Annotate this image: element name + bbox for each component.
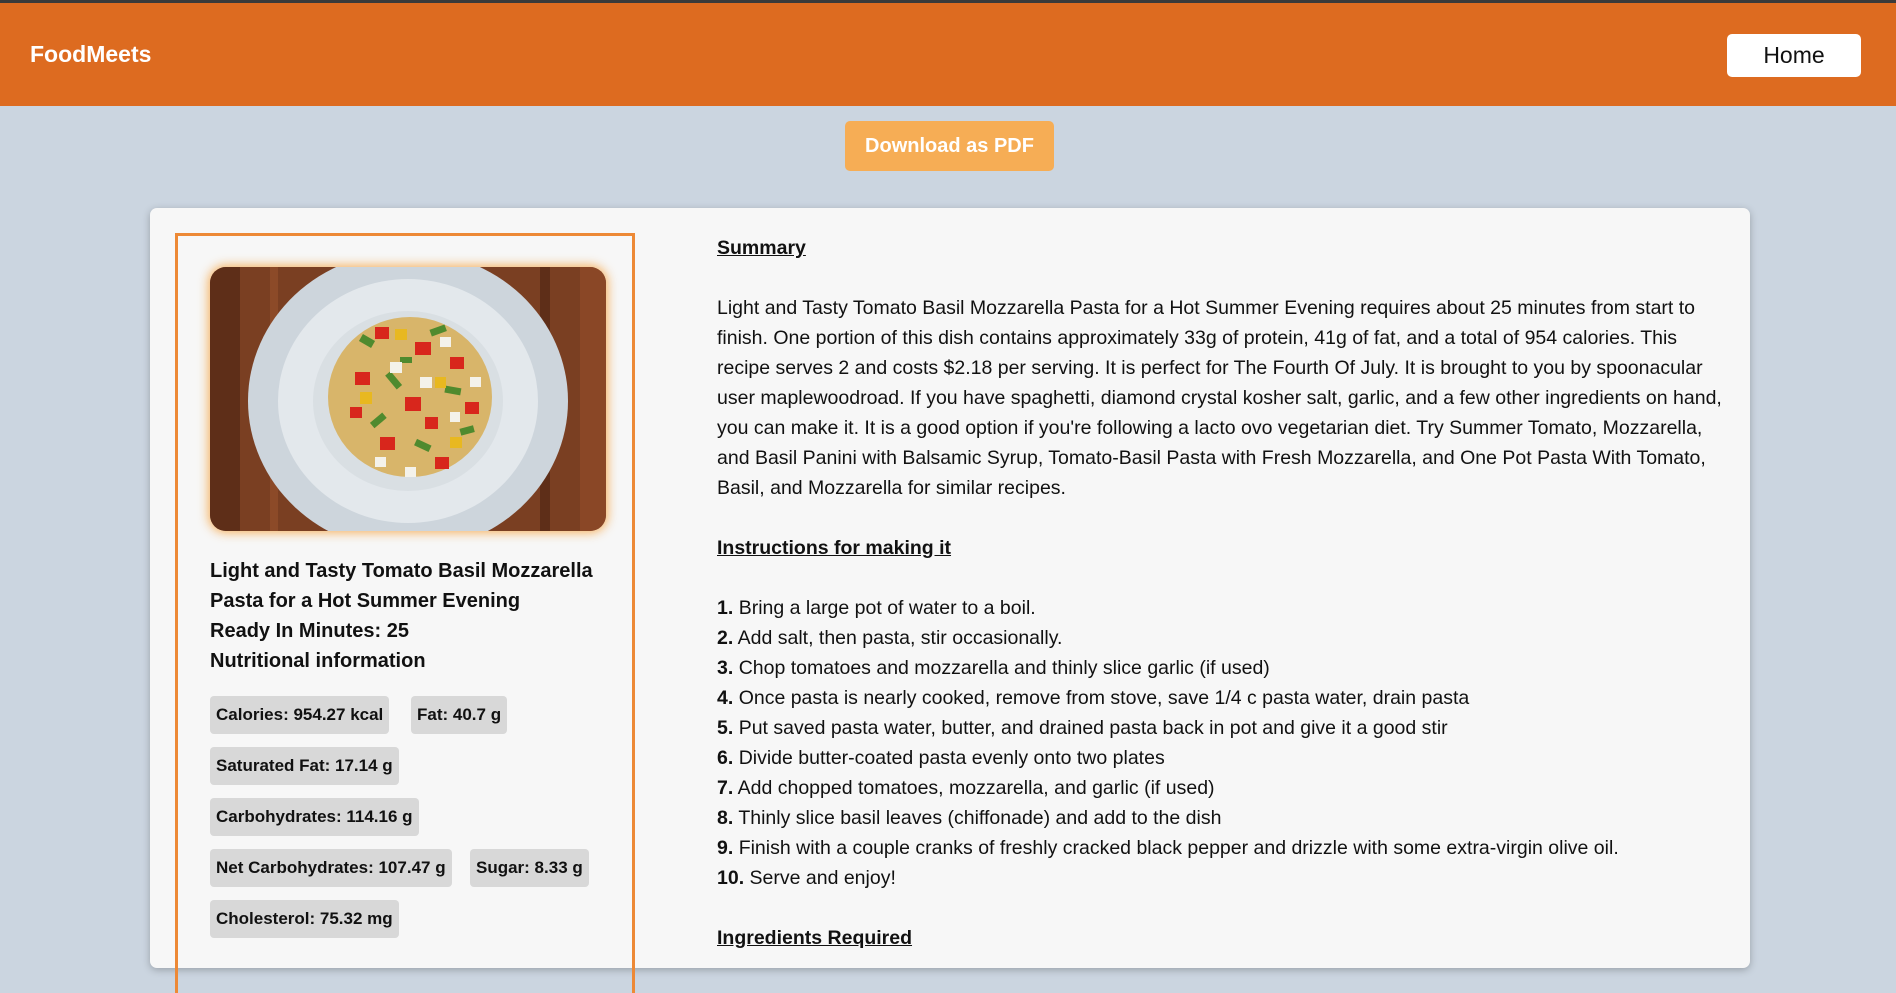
- brand-logo[interactable]: FoodMeets: [30, 41, 151, 68]
- instruction-steps: 1. Bring a large pot of water to a boil.…: [717, 593, 1727, 893]
- recipe-info-panel: Light and Tasty Tomato Basil Mozzarella …: [175, 233, 635, 993]
- ready-in-minutes: Ready In Minutes: 25: [210, 620, 409, 642]
- summary-text: Light and Tasty Tomato Basil Mozzarella …: [717, 297, 1722, 499]
- instruction-step: 7. Add chopped tomatoes, mozzarella, and…: [717, 777, 1215, 799]
- instruction-step: 4. Once pasta is nearly cooked, remove f…: [717, 687, 1470, 709]
- instruction-step: 2. Add salt, then pasta, stir occasional…: [717, 627, 1063, 649]
- summary-heading: Summary: [717, 237, 806, 259]
- navbar: FoodMeets Home: [0, 3, 1896, 106]
- ingredients-heading: Ingredients Required: [717, 927, 913, 949]
- nutrition-badge-calories: Calories: 954.27 kcal: [210, 696, 390, 734]
- instruction-step: 6. Divide butter-coated pasta evenly ont…: [717, 747, 1165, 769]
- nutrition-badge-fat: Fat: 40.7 g: [411, 696, 508, 734]
- instruction-step: 10. Serve and enjoy!: [717, 867, 896, 889]
- instruction-step: 9. Finish with a couple cranks of freshl…: [717, 837, 1619, 859]
- instructions-heading: Instructions for making it: [717, 537, 952, 559]
- instruction-step: 1. Bring a large pot of water to a boil.: [717, 597, 1036, 619]
- nutrition-heading: Nutritional information: [210, 650, 426, 672]
- recipe-card: Light and Tasty Tomato Basil Mozzarella …: [150, 208, 1750, 993]
- recipe-title: Light and Tasty Tomato Basil Mozzarella …: [210, 560, 593, 612]
- recipe-details: Summary Light and Tasty Tomato Basil Moz…: [717, 233, 1727, 953]
- download-pdf-button[interactable]: Download as PDF: [845, 121, 1054, 171]
- nutrition-badge-carbohydrates: Carbohydrates: 114.16 g: [210, 798, 419, 836]
- nutrition-badge-net-carbohydrates: Net Carbohydrates: 107.47 g: [210, 849, 452, 887]
- instruction-step: 8. Thinly slice basil leaves (chiffonade…: [717, 807, 1222, 829]
- instruction-step: 3. Chop tomatoes and mozzarella and thin…: [717, 657, 1270, 679]
- nutrition-badge-sugar: Sugar: 8.33 g: [470, 849, 589, 887]
- instruction-step: 5. Put saved pasta water, butter, and dr…: [717, 717, 1448, 739]
- nutrition-badge-cholesterol: Cholesterol: 75.32 mg: [210, 900, 399, 938]
- recipe-image: [210, 267, 606, 531]
- nutrition-badge-saturated-fat: Saturated Fat: 17.14 g: [210, 747, 399, 785]
- home-button[interactable]: Home: [1727, 34, 1861, 77]
